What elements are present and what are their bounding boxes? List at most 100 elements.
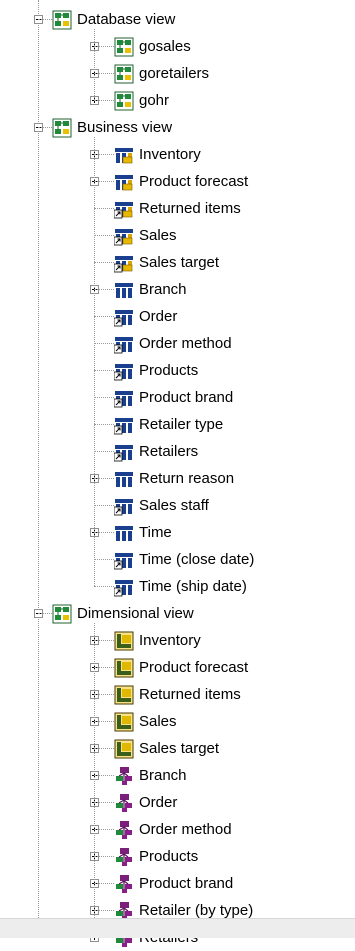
tree-item-node[interactable]: Inventory	[114, 141, 201, 168]
tree-item-node[interactable]: Inventory	[114, 627, 201, 654]
tree-group-node[interactable]: Dimensional view	[52, 600, 194, 627]
tree-item-node[interactable]: Time (ship date)	[114, 573, 247, 600]
tree-node-label: Sales staff	[139, 496, 209, 514]
tree-connector	[94, 623, 95, 918]
tree-node-label: Retailer type	[139, 415, 224, 433]
namespace-icon	[114, 91, 134, 111]
tree-node-label: goretailers	[139, 64, 210, 82]
fact-query-subject-icon	[114, 172, 134, 192]
tree-item-node[interactable]: Sales staff	[114, 492, 209, 519]
tree-item-node[interactable]: gosales	[114, 33, 191, 60]
tree-connector	[94, 424, 114, 425]
tree-item-node[interactable]: Products	[114, 843, 198, 870]
tree-connector	[94, 802, 114, 803]
tree-node-label: Order	[139, 307, 178, 325]
tree-node-label: Sales	[139, 712, 177, 730]
tree-node-label: Returned items	[139, 199, 241, 217]
tree-group-node[interactable]: Business view	[52, 114, 172, 141]
dimension-query-subject-shortcut-icon	[114, 550, 134, 570]
tree-node-label: Database view	[77, 10, 176, 28]
regular-dimension-icon	[114, 820, 134, 840]
tree-connector	[38, 613, 52, 614]
tree-connector	[94, 46, 114, 47]
tree-item-node[interactable]: Product brand	[114, 384, 233, 411]
tree-item-node[interactable]: Order method	[114, 330, 232, 357]
tree-item-node[interactable]: Product brand	[114, 870, 233, 897]
tree-item-node[interactable]: Returned items	[114, 681, 241, 708]
tree-connector	[94, 235, 114, 236]
dimension-query-subject-shortcut-icon	[114, 334, 134, 354]
tree-connector	[94, 532, 114, 533]
tree-item-node[interactable]: Branch	[114, 276, 187, 303]
tree-node-label: Order method	[139, 334, 232, 352]
tree-node-label: Sales target	[139, 253, 220, 271]
tree-item-node[interactable]: Product forecast	[114, 654, 248, 681]
tree-node-label: Order method	[139, 820, 232, 838]
tree-item-node[interactable]: Order	[114, 789, 177, 816]
tree-item-node[interactable]: Sales target	[114, 249, 219, 276]
tree-connector	[94, 100, 114, 101]
tree-node-label: Product brand	[139, 874, 234, 892]
fact-query-subject-icon	[114, 145, 134, 165]
horizontal-scrollbar[interactable]	[0, 918, 355, 938]
tree-item-node[interactable]: goretailers	[114, 60, 209, 87]
namespace-icon	[52, 10, 72, 30]
fact-query-subject-shortcut-icon	[114, 226, 134, 246]
tree-item-node[interactable]: Time (close date)	[114, 546, 254, 573]
dimension-query-subject-icon	[114, 523, 134, 543]
namespace-icon	[52, 604, 72, 624]
tree-item-node[interactable]: Products	[114, 357, 198, 384]
tree-node-label: Product brand	[139, 388, 234, 406]
tree-node-label: Retailer (by type)	[139, 901, 254, 919]
tree-connector	[94, 478, 114, 479]
dimension-query-subject-shortcut-icon	[114, 442, 134, 462]
tree-connector	[94, 559, 114, 560]
tree-item-node[interactable]: gohr	[114, 87, 169, 114]
tree-connector	[38, 127, 52, 128]
tree-item-node[interactable]: Order	[114, 303, 177, 330]
tree-node-label: Branch	[139, 280, 187, 298]
tree-item-node[interactable]: Sales	[114, 708, 177, 735]
tree-node-label: Sales	[139, 226, 177, 244]
tree-connector	[94, 694, 114, 695]
measure-dimension-icon	[114, 685, 134, 705]
measure-dimension-icon	[114, 739, 134, 759]
tree-node-label: Time	[139, 523, 172, 541]
tree-item-node[interactable]: Retailer type	[114, 411, 223, 438]
tree-node-label: Dimensional view	[77, 604, 194, 622]
tree-connector	[94, 586, 114, 587]
tree-group-node[interactable]: Database view	[52, 6, 175, 33]
tree-item-node[interactable]: Retailers	[114, 438, 198, 465]
tree-connector	[94, 316, 114, 317]
tree-item-node[interactable]: Order method	[114, 816, 232, 843]
tree-node-label: Time (close date)	[139, 550, 255, 568]
tree-connector	[94, 883, 114, 884]
tree-item-node[interactable]: Sales target	[114, 735, 219, 762]
tree-connector	[94, 775, 114, 776]
tree-node-label: Retailers	[139, 442, 199, 460]
tree-node-label: Time (ship date)	[139, 577, 247, 595]
tree-item-node[interactable]: Return reason	[114, 465, 234, 492]
tree-connector	[38, 19, 52, 20]
regular-dimension-icon	[114, 766, 134, 786]
tree-node-label: Business view	[77, 118, 173, 136]
tree-connector	[94, 721, 114, 722]
tree-node-label: Return reason	[139, 469, 235, 487]
tree-connector	[94, 73, 114, 74]
tree-item-node[interactable]: Returned items	[114, 195, 241, 222]
tree-connector	[94, 137, 95, 586]
namespace-icon	[114, 64, 134, 84]
tree-node-label: Product forecast	[139, 172, 249, 190]
tree-connector	[94, 208, 114, 209]
tree-node-label: Branch	[139, 766, 187, 784]
tree-item-node[interactable]: Branch	[114, 762, 187, 789]
dimension-query-subject-shortcut-icon	[114, 388, 134, 408]
tree-item-node[interactable]: Time	[114, 519, 172, 546]
tree-connector	[94, 343, 114, 344]
tree-item-node[interactable]: Sales	[114, 222, 177, 249]
tree-item-node[interactable]: Product forecast	[114, 168, 248, 195]
dimension-query-subject-shortcut-icon	[114, 307, 134, 327]
regular-dimension-icon	[114, 793, 134, 813]
tree-connector	[94, 910, 114, 911]
tree-connector	[94, 289, 114, 290]
